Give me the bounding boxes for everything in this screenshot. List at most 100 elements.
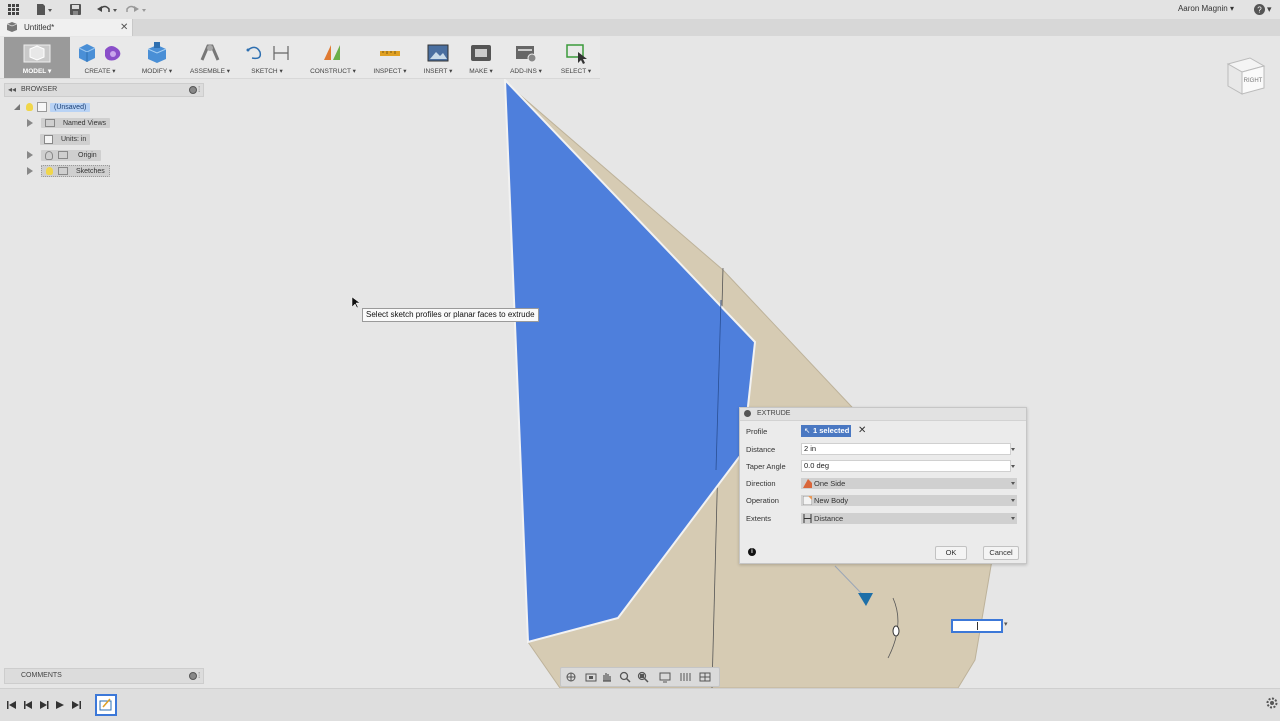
document-tab-title: Untitled* [24,23,55,32]
folder-icon [45,119,55,127]
measure-icon [380,51,400,56]
undo-icon[interactable] [97,3,119,16]
redo-icon[interactable] [126,3,148,16]
comments-panel-header[interactable]: COMMENTS ⁞ [4,668,204,684]
panel-pin-icon[interactable] [189,86,197,94]
play-icon[interactable] [38,699,50,711]
operation-select[interactable]: New Body [801,495,1017,506]
insert-menu[interactable]: INSERT ▾ [418,37,458,78]
file-menu-icon[interactable] [36,3,52,16]
viewports-icon[interactable] [699,671,711,683]
navigation-bar [560,667,720,687]
browser-item-origin[interactable]: Origin [27,149,101,161]
browser-item-named-views[interactable]: Named Views [27,117,111,129]
operation-value: New Body [814,496,849,505]
document-tab[interactable]: Untitled* ✕ [0,19,133,36]
browser-item-label: Named Views [63,119,107,127]
collapse-panel-icon[interactable]: ◂◂ [8,85,16,94]
help-menu[interactable]: ? ▾ [1254,3,1272,16]
browser-root-item[interactable]: (Unsaved) [14,101,91,113]
collapse-triangle-icon[interactable] [14,104,20,110]
folder-icon [58,151,68,159]
browser-panel-header[interactable]: ◂◂ BROWSER ⁞ [4,83,204,97]
grid-settings-icon[interactable] [679,671,691,683]
browser-item-units[interactable]: Units: in [40,133,91,145]
cursor-arrow-icon: ↖ [804,426,811,435]
direction-select[interactable]: One Side [801,478,1017,489]
viewcube-face-label: RIGHT [1244,78,1263,84]
modify-menu[interactable]: MODIFY ▾ [136,37,178,78]
settings-gear-icon[interactable] [1266,697,1278,709]
save-icon[interactable] [70,3,81,16]
operation-label: Operation [746,496,779,505]
panel-pin-icon[interactable] [189,672,197,680]
chevron-down-icon: ▾ [1229,4,1234,13]
profile-selection-button[interactable]: ↖ 1 selected [801,425,851,437]
display-settings-icon[interactable] [659,671,671,683]
taper-angle-field[interactable]: 0.0 deg [801,460,1011,472]
expand-triangle-icon[interactable] [27,167,33,175]
timeline-sketch-feature[interactable] [95,694,117,716]
distance-field[interactable]: 2 in [801,443,1011,455]
collapse-dialog-icon[interactable] [744,410,751,417]
look-at-icon[interactable] [585,671,597,683]
zoom-icon[interactable] [619,671,631,683]
chevron-down-icon: ▾ [1267,4,1272,14]
clear-selection-icon[interactable]: ✕ [858,425,866,436]
new-body-icon [803,496,812,505]
sketch-menu[interactable]: SKETCH ▾ [240,37,294,78]
sketch-icon [246,46,289,60]
app-grid-icon[interactable] [8,3,19,16]
extents-select[interactable]: Distance [801,513,1017,524]
panel-menu-icon[interactable]: ⁞ [198,671,200,680]
add-ins-menu[interactable]: ADD-INS ▾ [504,37,548,78]
expand-triangle-icon[interactable] [27,119,33,127]
make-menu[interactable]: MAKE ▾ [464,37,498,78]
browser-item-sketches[interactable]: Sketches [27,165,110,177]
chevron-down-icon[interactable] [1011,465,1015,468]
go-to-end-icon[interactable] [70,699,82,711]
joint-icon [200,44,220,61]
workspace-model-button[interactable]: MODEL ▾ [4,37,70,78]
viewcube[interactable]: RIGHT [1222,52,1268,98]
chevron-down-icon[interactable] [1011,448,1015,451]
pan-icon[interactable] [601,671,613,683]
select-icon [566,44,587,64]
dialog-header[interactable]: EXTRUDE [740,408,1026,421]
distance-heads-up-input[interactable] [951,619,1003,633]
cancel-button[interactable]: Cancel [983,546,1019,560]
insert-image-icon [427,44,449,62]
create-menu[interactable]: CREATE ▾ [74,37,126,78]
orbit-icon[interactable] [565,671,577,683]
lightbulb-icon[interactable] [26,103,33,111]
canvas-geometry[interactable] [0,0,1280,720]
chevron-down-icon[interactable]: ▾ [1004,620,1008,628]
ok-button[interactable]: OK [935,546,967,560]
browser-item-label: Sketches [76,167,105,175]
distance-label: Distance [746,445,776,454]
document-icon [7,22,17,32]
info-icon[interactable]: i [748,548,756,556]
user-menu[interactable]: Aaron Magnin ▾ [1178,4,1234,13]
expand-triangle-icon[interactable] [27,151,33,159]
3d-print-icon [471,45,491,61]
go-to-start-icon[interactable] [6,699,18,711]
browser-item-label: (Unsaved) [50,102,91,112]
lightbulb-icon[interactable] [45,150,53,160]
component-icon [37,102,47,112]
select-menu[interactable]: SELECT ▾ [554,37,598,78]
inspect-menu[interactable]: INSPECT ▾ [368,37,412,78]
step-forward-icon[interactable] [54,699,66,711]
panel-menu-icon[interactable]: ⁞ [198,85,200,94]
angle-manipulator [892,625,900,637]
direction-label: Direction [746,479,776,488]
construct-menu[interactable]: CONSTRUCT ▾ [304,37,362,78]
folder-row: Named Views [41,118,111,128]
lightbulb-icon[interactable] [46,167,53,175]
user-name: Aaron Magnin [1177,4,1228,13]
fit-icon[interactable] [637,671,649,683]
chevron-down-icon [1011,499,1015,502]
close-tab-icon[interactable]: ✕ [120,22,128,33]
assemble-menu[interactable]: ASSEMBLE ▾ [186,37,234,78]
step-back-icon[interactable] [22,699,34,711]
